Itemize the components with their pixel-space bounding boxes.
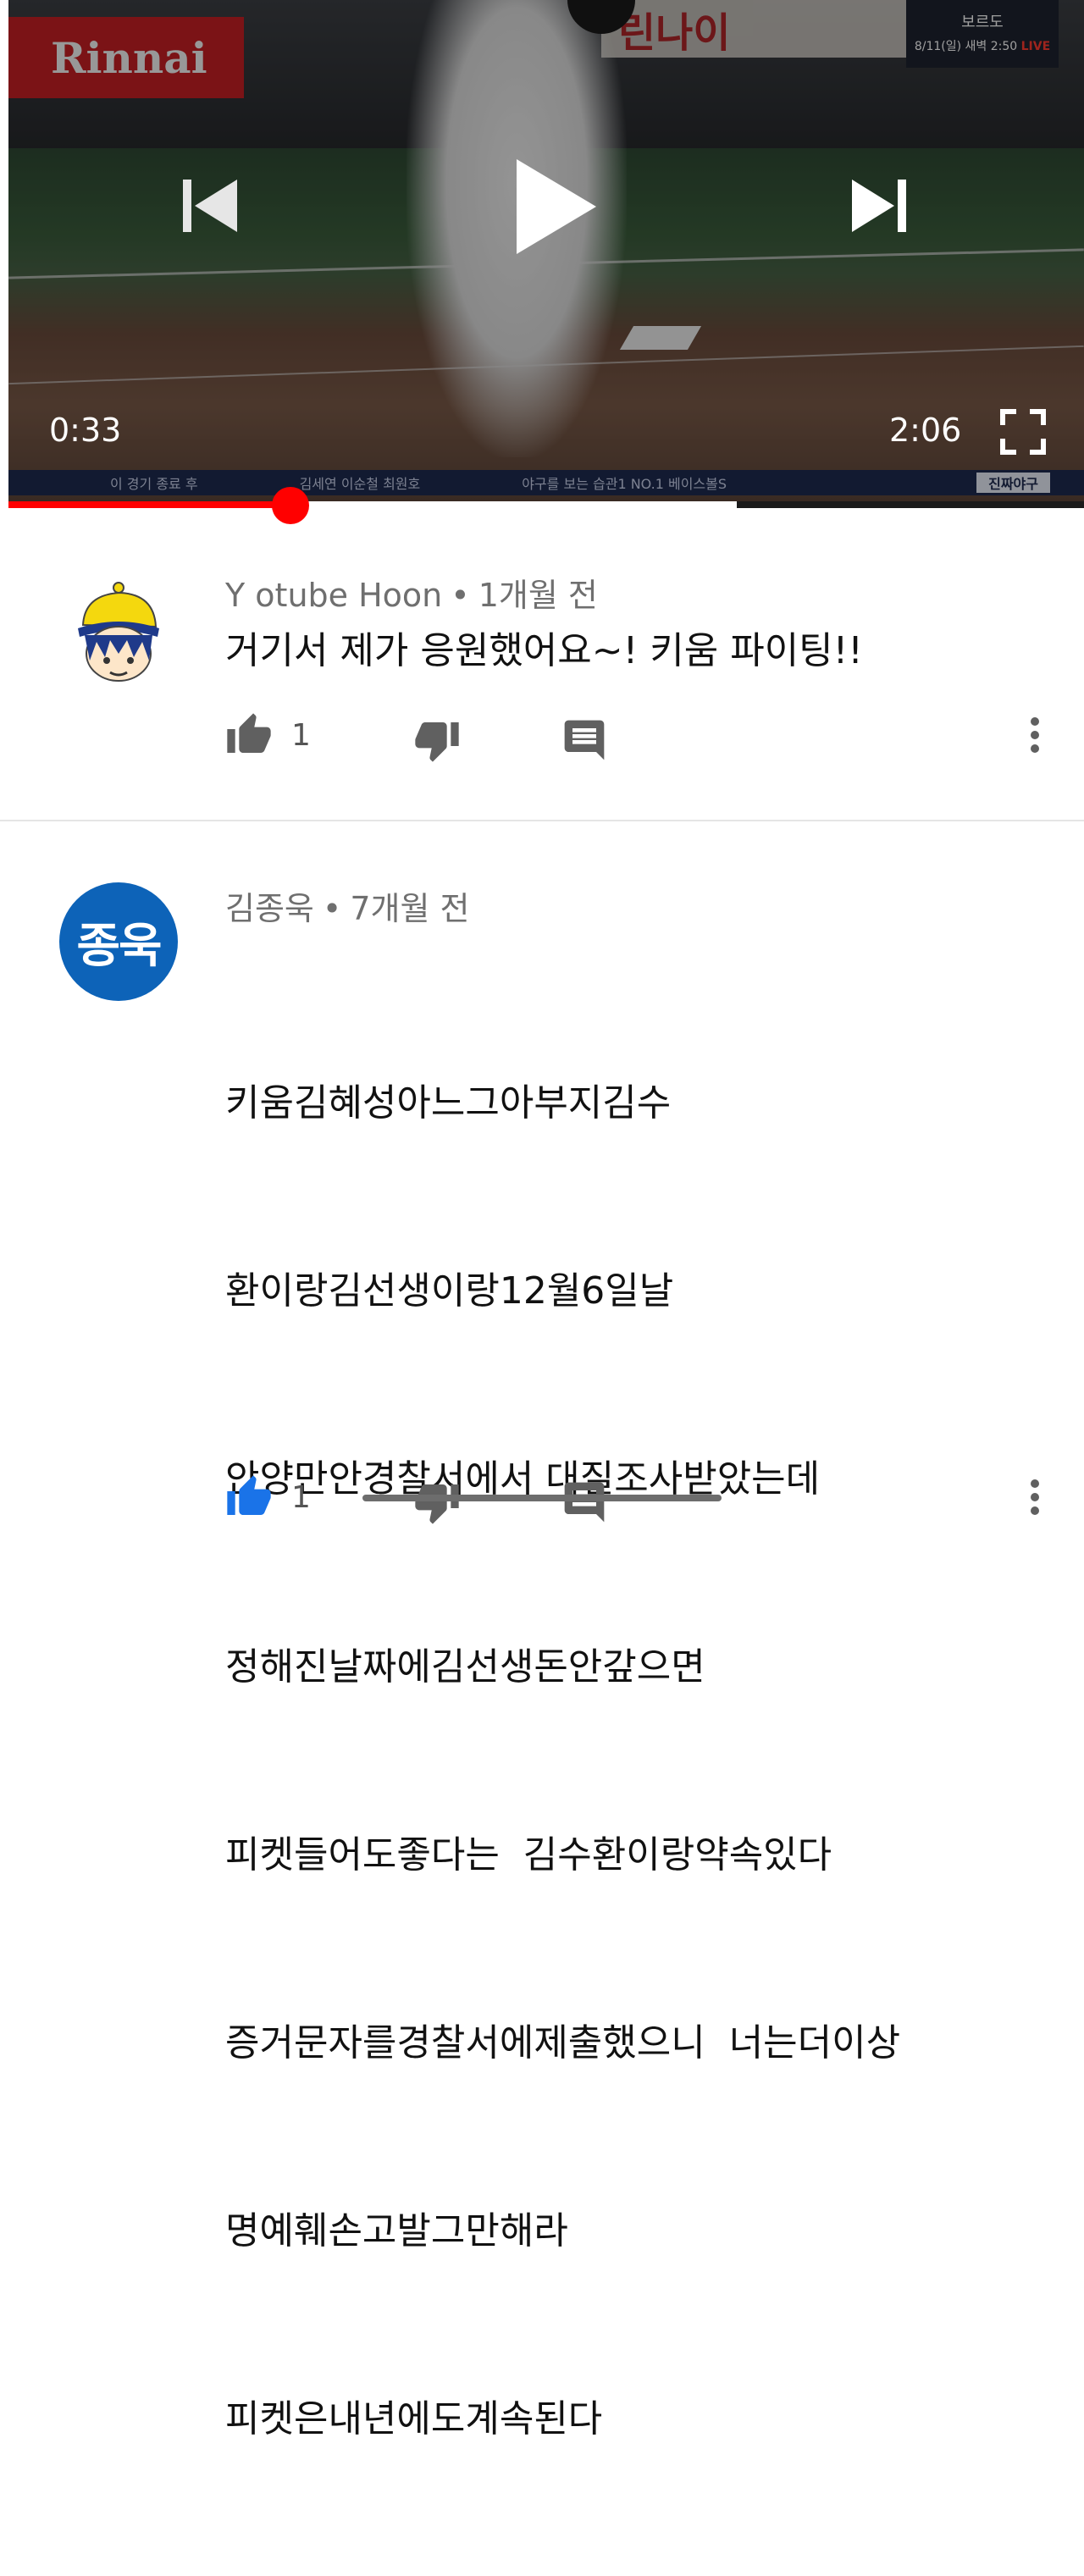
comment-item: 종욱 김종욱 • 7개월 전 키움김혜성아느그아부지김수 환이랑김선생이랑12월6일… xyxy=(0,821,1084,2441)
dislike-button[interactable] xyxy=(413,716,461,764)
comment-line: 피켓은내년에도계속된다 xyxy=(225,2397,603,2441)
reply-button[interactable] xyxy=(561,1479,608,1526)
avatar[interactable] xyxy=(59,576,178,694)
thumbs-up-icon xyxy=(227,713,271,753)
reply-comment-icon xyxy=(564,720,605,760)
thumbs-down-icon xyxy=(415,1484,459,1524)
next-video-button[interactable] xyxy=(847,174,915,237)
avatar[interactable]: 종욱 xyxy=(59,882,178,1001)
comment-meta: 김종욱 • 7개월 전 xyxy=(225,882,469,929)
reply-button[interactable] xyxy=(561,716,608,764)
comment-line: 증거문자를경찰서에제출했으니 너는더이상 xyxy=(225,2021,901,2065)
comment-item: Y otube Hoon • 1개월 전 거기서 제가 응원했어요~! 키움 파이팅… xyxy=(0,508,1084,821)
like-button[interactable]: 1 xyxy=(225,1473,311,1521)
comment-line: 명예훼손고발그만해라 xyxy=(225,2209,568,2253)
reply-comment-icon xyxy=(564,1482,605,1523)
previous-video-button[interactable] xyxy=(176,174,244,237)
comment-actions: 1 xyxy=(225,711,1055,771)
current-time: 0:33 xyxy=(49,412,122,449)
comment-age: 7개월 전 xyxy=(350,890,470,927)
like-button[interactable]: 1 xyxy=(225,711,311,759)
more-options-button[interactable] xyxy=(1025,711,1045,759)
home-indicator[interactable] xyxy=(362,1495,722,1501)
fullscreen-icon xyxy=(1000,409,1046,455)
more-options-button[interactable] xyxy=(1025,1473,1045,1521)
comment-line: 정해진날짜에김선생돈안갚으면 xyxy=(225,1645,705,1689)
comment-author[interactable]: 김종욱 xyxy=(225,890,314,927)
progress-fill xyxy=(8,501,290,508)
comment-line: 키움김혜성아느그아부지김수 xyxy=(225,1081,672,1125)
avatar-initials: 종욱 xyxy=(76,918,162,974)
total-duration: 2:06 xyxy=(889,412,962,449)
like-count: 1 xyxy=(291,717,311,753)
more-vertical-icon xyxy=(1031,1479,1039,1515)
separator-dot: • xyxy=(322,890,342,927)
dislike-button[interactable] xyxy=(413,1479,461,1526)
more-vertical-icon xyxy=(1031,717,1039,753)
comment-line: 환이랑김선생이랑12월6일날 xyxy=(225,1269,674,1313)
like-count: 1 xyxy=(291,1479,311,1515)
play-icon xyxy=(517,159,596,254)
comment-age: 1개월 전 xyxy=(478,577,598,614)
cartoon-avatar-icon xyxy=(59,576,178,694)
fullscreen-button[interactable] xyxy=(999,408,1047,456)
skip-previous-icon xyxy=(183,180,237,232)
skip-next-icon xyxy=(852,180,906,232)
comment-line: 피켓들어도좋다는 김수환이랑약속있다 xyxy=(225,1833,832,1877)
comment-actions: 1 xyxy=(225,1473,1055,1533)
thumbs-down-icon xyxy=(415,722,459,762)
play-button[interactable] xyxy=(508,154,601,259)
comment-meta: Y otube Hoon • 1개월 전 xyxy=(225,569,598,616)
comment-line: 거기서 제가 응원했어요~! 키움 파이팅!! xyxy=(225,629,863,672)
comment-text: 거기서 제가 응원했어요~! 키움 파이팅!! xyxy=(225,620,863,683)
comment-author[interactable]: Y otube Hoon xyxy=(225,577,442,614)
separator-dot: • xyxy=(451,577,470,614)
comment-text: 키움김혜성아느그아부지김수 환이랑김선생이랑12월6일날 안양만안경찰서에서 대… xyxy=(225,947,900,2576)
thumbs-up-icon xyxy=(227,1475,271,1515)
